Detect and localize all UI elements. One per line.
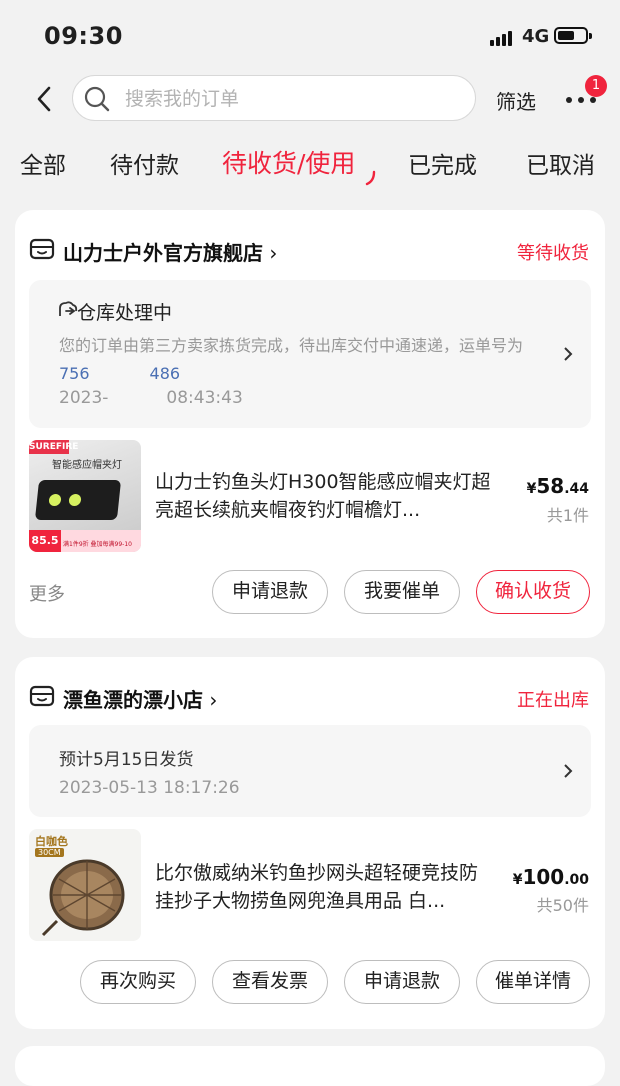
refund-button[interactable]: 申请退款 bbox=[344, 960, 460, 1004]
product-price: ¥58.44 bbox=[526, 474, 589, 498]
view-invoice-button[interactable]: 查看发票 bbox=[212, 960, 328, 1004]
urge-shipping-button[interactable]: 我要催单 bbox=[344, 570, 460, 614]
status-bar: 09:30 4G bbox=[0, 0, 620, 72]
product-price: ¥100.00 bbox=[512, 865, 589, 889]
buy-again-button[interactable]: 再次购买 bbox=[80, 960, 196, 1004]
chevron-right-icon: › bbox=[203, 688, 218, 712]
refund-button[interactable]: 申请退款 bbox=[212, 570, 328, 614]
logistics-time: 2023-05-13 18:17:26 bbox=[59, 778, 240, 798]
tab-pending-payment[interactable]: 待付款 bbox=[110, 146, 179, 180]
product-title[interactable]: 比尔傲威纳米钓鱼抄网头超轻硬竞技防挂抄子大物捞鱼网兜渔具用品 白... bbox=[155, 859, 495, 915]
shop-header[interactable]: 山力士户外官方旗舰店 › 等待收货 bbox=[29, 236, 591, 266]
landing-net-image bbox=[41, 859, 125, 937]
status-time: 09:30 bbox=[44, 22, 123, 50]
product-quantity: 共1件 bbox=[546, 506, 589, 525]
chevron-right-icon bbox=[564, 764, 573, 778]
shop-icon bbox=[29, 685, 55, 707]
tab-active-indicator bbox=[365, 170, 376, 186]
shop-name[interactable]: 漂鱼漂的漂小店 › bbox=[63, 684, 217, 713]
shop-header[interactable]: 漂鱼漂的漂小店 › 正在出库 bbox=[29, 683, 591, 713]
product-quantity: 共50件 bbox=[536, 896, 589, 915]
tracking-number[interactable]: 756 486 bbox=[59, 364, 180, 383]
logistics-box[interactable]: 仓库处理中 您的订单由第三方卖家拣货完成，待出库交付中通速递，运单号为756 48… bbox=[29, 280, 591, 428]
headlamp-image bbox=[34, 480, 122, 520]
back-icon[interactable] bbox=[30, 84, 60, 114]
signal-icon bbox=[490, 30, 516, 46]
tab-cancelled[interactable]: 已取消 bbox=[526, 146, 595, 180]
shop-name[interactable]: 山力士户外官方旗舰店 › bbox=[63, 237, 277, 266]
order-status: 等待收货 bbox=[517, 243, 589, 264]
product-title[interactable]: 山力士钓鱼头灯H300智能感应帽夹灯超亮超长续航夹帽夜钓灯帽檐灯... bbox=[155, 468, 500, 524]
chevron-right-icon bbox=[564, 347, 573, 361]
logistics-box[interactable]: 预计5月15日发货 2023-05-13 18:17:26 bbox=[29, 725, 591, 817]
warehouse-icon bbox=[59, 301, 78, 316]
shop-icon bbox=[29, 238, 55, 260]
order-card bbox=[15, 1046, 605, 1086]
network-label: 4G bbox=[522, 26, 550, 47]
tab-all[interactable]: 全部 bbox=[20, 146, 66, 180]
more-actions-button[interactable]: 更多 bbox=[29, 580, 65, 606]
confirm-receipt-button[interactable]: 确认收货 bbox=[476, 570, 590, 614]
battery-icon bbox=[554, 27, 592, 44]
brand-logo: SUREFIRE bbox=[29, 440, 79, 454]
product-thumbnail[interactable]: SUREFIRE 智能感应帽夹灯 85.5 满1件9折 叠加每满99-10 bbox=[29, 440, 141, 552]
tab-pending-receipt[interactable]: 待收货/使用 bbox=[222, 144, 355, 180]
logistics-description: 您的订单由第三方卖家拣货完成，待出库交付中通速递，运单号为756 486 bbox=[59, 336, 524, 383]
search-icon bbox=[84, 86, 110, 112]
search-bar[interactable] bbox=[72, 75, 476, 121]
logistics-time: 2023- 08:43:43 bbox=[59, 388, 243, 408]
order-card: 山力士户外官方旗舰店 › 等待收货 仓库处理中 您的订单由第三方卖家拣货完成，待… bbox=[15, 210, 605, 638]
top-nav: 筛选 1 bbox=[0, 74, 620, 124]
urge-details-button[interactable]: 催单详情 bbox=[476, 960, 590, 1004]
filter-button[interactable]: 筛选 bbox=[496, 86, 536, 115]
product-thumbnail[interactable]: 白咖色 30CM bbox=[29, 829, 141, 941]
search-input[interactable] bbox=[123, 84, 457, 114]
order-card: 漂鱼漂的漂小店 › 正在出库 预计5月15日发货 2023-05-13 18:1… bbox=[15, 657, 605, 1029]
chevron-right-icon: › bbox=[263, 241, 278, 265]
tab-completed[interactable]: 已完成 bbox=[408, 146, 477, 180]
order-status: 正在出库 bbox=[517, 690, 589, 711]
logistics-title: 预计5月15日发货 bbox=[59, 750, 194, 770]
order-tabs: 全部 待付款 待收货/使用 已完成 已取消 bbox=[0, 140, 620, 190]
notification-badge: 1 bbox=[585, 75, 607, 97]
logistics-title: 仓库处理中 bbox=[77, 302, 173, 324]
